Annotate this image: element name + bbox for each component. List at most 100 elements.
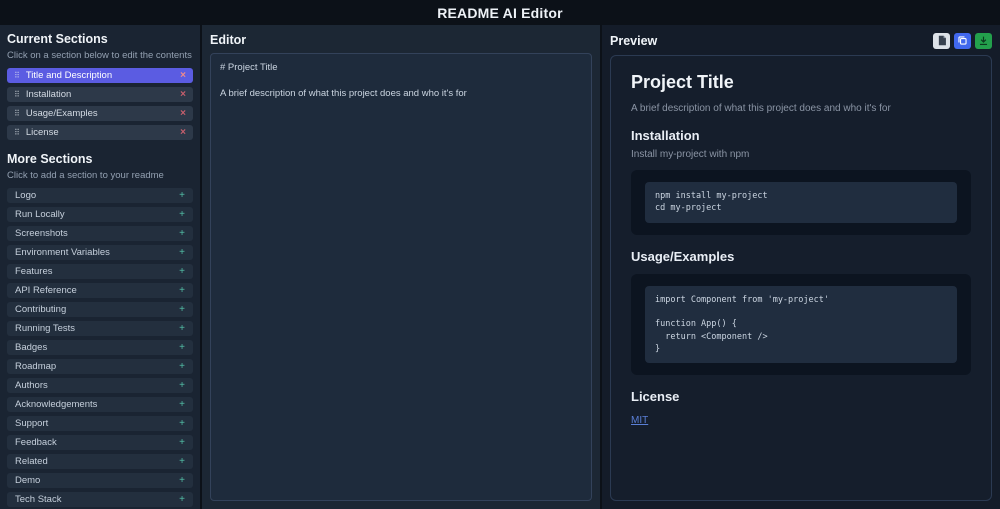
readme-title: Project Title [631, 72, 734, 92]
more-section-item-related[interactable]: Related + [7, 454, 193, 469]
usage-code-block: import Component from 'my-project' funct… [631, 273, 971, 376]
section-item-label: License [25, 127, 59, 138]
remove-section-icon[interactable]: × [180, 89, 186, 100]
more-sections-list: Logo + Run Locally + Screenshots + Envir… [7, 188, 193, 509]
add-section-icon[interactable]: + [179, 380, 185, 391]
more-section-item-run-locally[interactable]: Run Locally + [7, 207, 193, 222]
more-item-label: Authors [15, 380, 48, 391]
main-layout: Current Sections Click on a section belo… [0, 25, 1000, 509]
section-item-installation[interactable]: ⠿ Installation × [7, 87, 193, 102]
add-section-icon[interactable]: + [179, 228, 185, 239]
view-raw-button[interactable] [933, 33, 950, 49]
remove-section-icon[interactable]: × [180, 127, 186, 138]
preview-header: Preview [610, 33, 992, 49]
more-item-label: Acknowledgements [15, 399, 98, 410]
more-item-label: Feedback [15, 437, 57, 448]
download-icon [978, 34, 989, 49]
installation-code-block: npm install my-project cd my-project [631, 170, 971, 235]
app-title: README AI Editor [437, 4, 563, 21]
preview-rendered-readme: Project Title A brief description of wha… [610, 55, 992, 501]
editor-panel: Editor # Project Title A brief descripti… [202, 25, 600, 509]
license-mit-link[interactable]: MIT [631, 415, 648, 426]
more-section-item-feedback[interactable]: Feedback + [7, 435, 193, 450]
editor-heading: Editor [210, 33, 247, 47]
add-section-icon[interactable]: + [179, 247, 185, 258]
readme-installation-text: Install my-project with npm [631, 149, 750, 160]
section-item-label: Installation [25, 89, 72, 100]
add-section-icon[interactable]: + [179, 266, 185, 277]
more-section-item-api-reference[interactable]: API Reference + [7, 283, 193, 298]
more-item-label: Tech Stack [15, 494, 62, 505]
drag-handle-icon[interactable]: ⠿ [14, 71, 20, 80]
more-section-item-features[interactable]: Features + [7, 264, 193, 279]
more-item-label: API Reference [15, 285, 77, 296]
more-item-label: Environment Variables [15, 247, 110, 258]
more-section-item-acknowledgements[interactable]: Acknowledgements + [7, 397, 193, 412]
more-sections-subtitle: Click to add a section to your readme [7, 170, 164, 181]
more-section-item-roadmap[interactable]: Roadmap + [7, 359, 193, 374]
more-item-label: Contributing [15, 304, 67, 315]
more-item-label: Badges [15, 342, 48, 353]
readme-installation-heading: Installation [631, 128, 700, 143]
current-sections-subtitle: Click on a section below to edit the con… [7, 50, 192, 61]
remove-section-icon[interactable]: × [180, 70, 186, 81]
more-item-label: Run Locally [15, 209, 65, 220]
drag-handle-icon[interactable]: ⠿ [14, 90, 20, 99]
readme-usage-heading: Usage/Examples [631, 248, 735, 264]
more-item-label: Screenshots [15, 228, 68, 239]
editor-textarea[interactable]: # Project Title A brief description of w… [210, 53, 592, 501]
more-section-item-tech-stack[interactable]: Tech Stack + [7, 492, 193, 507]
add-section-icon[interactable]: + [179, 475, 185, 486]
remove-section-icon[interactable]: × [180, 108, 186, 119]
section-item-label: Title and Description [25, 70, 113, 81]
copy-icon [957, 34, 968, 49]
add-section-icon[interactable]: + [179, 437, 185, 448]
add-section-icon[interactable]: + [179, 190, 185, 201]
add-section-icon[interactable]: + [179, 361, 185, 372]
section-item-usage-examples[interactable]: ⠿ Usage/Examples × [7, 106, 193, 121]
current-sections-heading: Current Sections [7, 32, 108, 46]
preview-actions [933, 33, 992, 49]
sections-sidebar: Current Sections Click on a section belo… [0, 25, 200, 509]
add-section-icon[interactable]: + [179, 418, 185, 429]
more-section-item-support[interactable]: Support + [7, 416, 193, 431]
download-readme-button[interactable] [975, 33, 992, 49]
more-item-label: Related [15, 456, 48, 467]
more-section-item-demo[interactable]: Demo + [7, 473, 193, 488]
add-section-icon[interactable]: + [179, 323, 185, 334]
more-item-label: Features [15, 266, 53, 277]
app-header: README AI Editor [0, 0, 1000, 25]
more-item-label: Demo [15, 475, 41, 486]
file-icon [937, 34, 947, 49]
add-section-icon[interactable]: + [179, 456, 185, 467]
add-section-icon[interactable]: + [179, 209, 185, 220]
more-section-item-contributing[interactable]: Contributing + [7, 302, 193, 317]
more-section-item-screenshots[interactable]: Screenshots + [7, 226, 193, 241]
more-item-label: Roadmap [15, 361, 57, 372]
section-item-title-and-description[interactable]: ⠿ Title and Description × [7, 68, 193, 83]
more-section-item-logo[interactable]: Logo + [7, 188, 193, 203]
installation-code: npm install my-project cd my-project [645, 182, 957, 223]
add-section-icon[interactable]: + [179, 285, 185, 296]
preview-heading: Preview [610, 34, 658, 48]
add-section-icon[interactable]: + [179, 342, 185, 353]
add-section-icon[interactable]: + [179, 304, 185, 315]
more-section-item-running-tests[interactable]: Running Tests + [7, 321, 193, 336]
more-item-label: Support [15, 418, 49, 429]
readme-license-heading: License [631, 389, 680, 405]
more-section-item-authors[interactable]: Authors + [7, 378, 193, 393]
add-section-icon[interactable]: + [179, 494, 185, 505]
preview-panel: Preview Project Title A brief descriptio… [602, 25, 1000, 509]
section-item-label: Usage/Examples [25, 108, 98, 119]
more-section-item-badges[interactable]: Badges + [7, 340, 193, 355]
add-section-icon[interactable]: + [179, 399, 185, 410]
drag-handle-icon[interactable]: ⠿ [14, 128, 20, 137]
copy-markdown-button[interactable] [954, 33, 971, 49]
more-sections-heading: More Sections [7, 152, 93, 166]
readme-description: A brief description of what this project… [631, 103, 891, 114]
more-section-item-environment-variables[interactable]: Environment Variables + [7, 245, 193, 260]
more-sections-block: More Sections Click to add a section to … [7, 152, 193, 509]
usage-code: import Component from 'my-project' funct… [645, 285, 957, 364]
drag-handle-icon[interactable]: ⠿ [14, 109, 20, 118]
section-item-license[interactable]: ⠿ License × [7, 125, 193, 140]
